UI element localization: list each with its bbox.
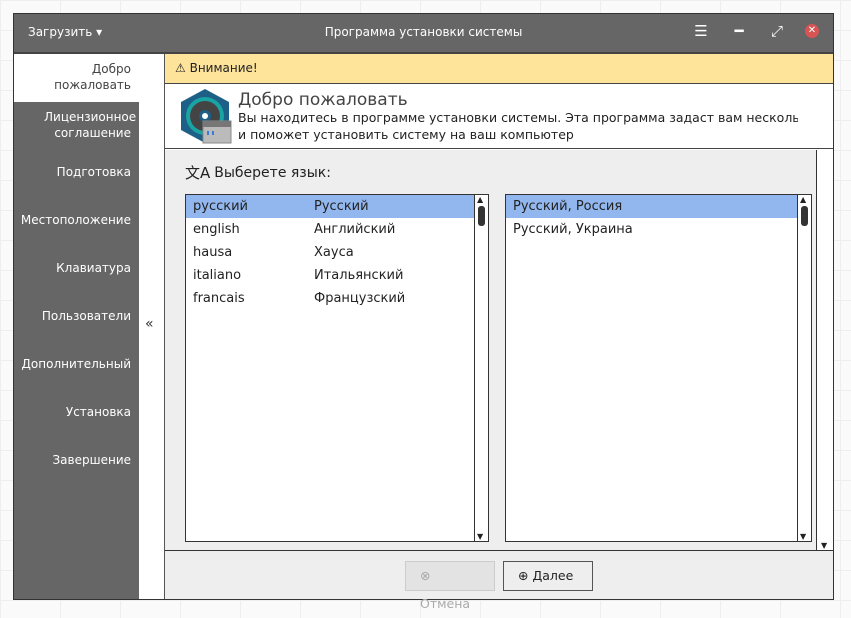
locale-item[interactable]: Русский, Украина <box>506 218 811 241</box>
cancel-icon: ⊗ <box>420 568 431 583</box>
next-button[interactable]: ⊕ Далее <box>503 561 593 591</box>
description-line: и поможет установить систему на ваш комп… <box>238 127 574 142</box>
sidebar-item-welcome[interactable]: Добро пожаловать <box>14 54 139 102</box>
scrollbar[interactable]: ▲ ▼ <box>797 195 811 541</box>
sidebar-item-location[interactable]: Местоположение <box>14 198 139 246</box>
installer-window: Загрузить ▾ Программа установки системы … <box>13 13 834 611</box>
installer-logo-icon <box>181 89 232 144</box>
warning-icon: ⚠ <box>175 61 186 75</box>
sidebar-item-preparation[interactable]: Подготовка <box>14 150 139 198</box>
scroll-up-icon: ▲ <box>800 195 807 204</box>
maximize-icon[interactable]: ⤢ <box>767 22 787 40</box>
close-icon[interactable]: ✕ <box>805 24 819 38</box>
minimize-icon[interactable]: ━ <box>729 22 749 40</box>
sidebar-gutter: « <box>139 54 164 599</box>
language-list[interactable]: русский Русский english Английский hausa Ха… <box>185 194 489 542</box>
sidebar-item-license[interactable]: Лицензионное соглашение <box>14 102 139 150</box>
scroll-down-icon: ▼ <box>477 532 484 541</box>
title-bar: Загрузить ▾ Программа установки системы … <box>14 14 833 54</box>
language-item[interactable]: francais Французский <box>186 287 488 310</box>
scroll-down-icon: ▼ <box>821 541 828 550</box>
language-label: Выберете язык: <box>214 164 331 181</box>
sidebar-item-install[interactable]: Установка <box>14 390 139 438</box>
language-panel: 文A Выберете язык: русский Русский english А… <box>165 150 817 550</box>
arrow-right-circle-icon: ⊕ <box>518 568 529 583</box>
main-content: ⚠ Внимание! Добро пожаловать Вы находите… <box>164 54 833 611</box>
sidebar-item-additional[interactable]: Дополнительный <box>14 342 139 390</box>
footer: ⊗ Отмена ⊕ Далее <box>165 550 833 611</box>
alert-bar: ⚠ Внимание! <box>165 54 833 84</box>
translate-icon: 文A <box>185 164 211 182</box>
language-item[interactable]: italiano Итальянский <box>186 264 488 287</box>
scroll-up-icon: ▲ <box>477 195 484 204</box>
sidebar: Добро пожаловать Лицензионное соглашение… <box>14 54 139 599</box>
welcome-title: Добро пожаловать <box>238 90 408 110</box>
sidebar-item-users[interactable]: Пользователи <box>14 294 139 342</box>
scroll-thumb[interactable] <box>801 206 808 226</box>
scroll-down-icon: ▼ <box>800 532 807 541</box>
scrollbar[interactable]: ▲ ▼ <box>474 195 488 541</box>
collapse-sidebar-button[interactable]: « <box>145 316 154 332</box>
language-item[interactable]: english Английский <box>186 218 488 241</box>
sidebar-item-keyboard[interactable]: Клавиатура <box>14 246 139 294</box>
sidebar-item-finish[interactable]: Завершение <box>14 438 139 486</box>
cancel-button[interactable]: ⊗ Отмена <box>405 561 495 611</box>
locale-list[interactable]: Русский, Россия Русский, Украина ▲ ▼ <box>505 194 812 542</box>
content-scrollbar[interactable]: ▼ <box>817 150 833 550</box>
locale-item[interactable]: Русский, Россия <box>506 195 811 218</box>
language-item[interactable]: русский Русский <box>186 195 488 218</box>
welcome-header: Добро пожаловать Вы находитесь в програм… <box>165 84 833 149</box>
description-line: Вы находитесь в программе установки сист… <box>238 110 798 125</box>
alert-text: Внимание! <box>189 61 258 75</box>
menu-icon[interactable]: ☰ <box>691 22 711 40</box>
welcome-description: Вы находитесь в программе установки сист… <box>238 109 798 143</box>
scroll-thumb[interactable] <box>478 206 485 226</box>
language-item[interactable]: hausa Хауса <box>186 241 488 264</box>
